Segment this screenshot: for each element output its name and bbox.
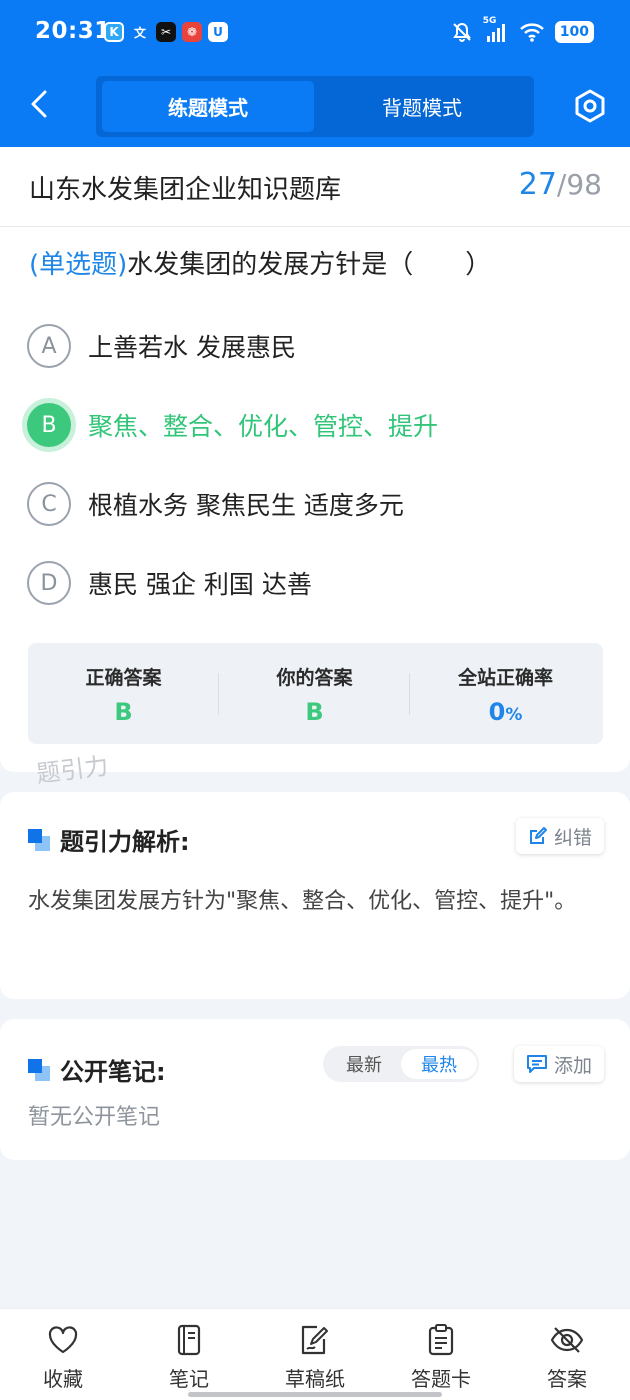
- stat-value: 0%: [410, 698, 601, 726]
- notes-sort-toggle: 最新 最热: [323, 1046, 479, 1082]
- option-a[interactable]: A 上善若水 发展惠民: [27, 324, 296, 368]
- report-error-label: 纠错: [553, 826, 592, 849]
- notes-title: 公开笔记:: [60, 1058, 166, 1086]
- notes-empty-text: 暂无公开笔记: [28, 1105, 161, 1130]
- battery-indicator: 100: [554, 21, 594, 43]
- question-text: 水发集团的发展方针是（ ）: [127, 250, 492, 280]
- signal-icon: 5G: [483, 16, 509, 44]
- bank-title: 山东水发集团企业知识题库: [29, 175, 342, 205]
- top-header: 20:31 K 文 ✂ ❁ U 5G 100 练题模式 背题模式: [0, 0, 630, 147]
- tab-label: 草稿纸: [285, 1367, 345, 1391]
- wifi-icon: [519, 23, 544, 42]
- question-bank-header: 山东水发集团企业知识题库 27/98: [0, 147, 630, 227]
- analysis-header: 题引力解析:: [28, 822, 190, 857]
- question-stem: (单选题)水发集团的发展方针是（ ）: [29, 244, 491, 281]
- public-notes-card: 公开笔记: 最新 最热 添加 暂无公开笔记: [0, 1019, 630, 1160]
- stat-accuracy-rate: 全站正确率 0%: [410, 643, 601, 744]
- question-counter[interactable]: 27/98: [519, 167, 602, 202]
- app-red-icon: ❁: [182, 22, 202, 42]
- option-letter: B: [27, 403, 71, 447]
- bottom-tab-bar: 收藏 笔记 草稿纸 答题卡 答案: [0, 1308, 630, 1400]
- option-text: 聚焦、整合、优化、管控、提升: [88, 412, 439, 441]
- answer-card-icon: [428, 1324, 454, 1356]
- battery-level: 100: [559, 24, 589, 40]
- mute-bell-icon: [452, 22, 471, 42]
- current-index: 27: [518, 167, 557, 202]
- app-k-icon: K: [104, 22, 124, 42]
- app-capcut-icon: ✂: [156, 22, 176, 42]
- home-indicator[interactable]: [188, 1392, 442, 1397]
- edit-icon: [529, 827, 547, 844]
- notification-icons: K 文 ✂ ❁ U: [104, 22, 228, 42]
- tab-practice-mode[interactable]: 练题模式: [102, 81, 314, 132]
- section-squares-icon: [28, 1058, 50, 1081]
- status-right: 5G 100: [451, 16, 594, 44]
- stat-your-answer: 你的答案 B: [219, 643, 410, 744]
- option-letter: D: [27, 561, 71, 605]
- heart-icon: [48, 1326, 78, 1354]
- option-letter: A: [27, 324, 71, 368]
- analysis-card: 题引力解析: 纠错 水发集团发展方针为"聚焦、整合、优化、管控、提升"。: [0, 792, 630, 999]
- sort-hottest[interactable]: 最热: [401, 1049, 477, 1079]
- app-u-icon: U: [208, 22, 228, 42]
- tab-answer[interactable]: 答案: [522, 1323, 612, 1392]
- report-error-button[interactable]: 纠错: [515, 818, 604, 854]
- rate-unit: %: [505, 705, 523, 725]
- counter-separator: /: [556, 168, 567, 201]
- analysis-text: 水发集团发展方针为"聚焦、整合、优化、管控、提升"。: [28, 889, 577, 914]
- tab-label: 答案: [547, 1367, 587, 1391]
- back-arrow-icon[interactable]: [22, 86, 58, 122]
- add-note-button[interactable]: 添加: [513, 1046, 604, 1082]
- stat-value: B: [305, 698, 324, 726]
- add-note-label: 添加: [553, 1054, 592, 1077]
- option-d[interactable]: D 惠民 强企 利国 达善: [27, 561, 312, 605]
- option-text: 根植水务 聚焦民生 适度多元: [88, 491, 404, 520]
- mode-switcher: 练题模式 背题模式: [96, 76, 534, 137]
- total-count: 98: [566, 168, 602, 201]
- tab-draft[interactable]: 草稿纸: [270, 1323, 360, 1392]
- stat-label: 全站正确率: [457, 667, 553, 689]
- eye-off-icon: [550, 1327, 584, 1353]
- question-type: (单选题): [29, 250, 128, 280]
- draft-icon: [301, 1325, 328, 1355]
- stat-correct-answer: 正确答案 B: [28, 643, 219, 744]
- tab-favorite[interactable]: 收藏: [18, 1323, 108, 1392]
- stat-label: 正确答案: [85, 667, 162, 689]
- option-text: 惠民 强企 利国 达善: [88, 570, 312, 599]
- stat-label: 你的答案: [276, 667, 353, 689]
- tab-answer-card[interactable]: 答题卡: [396, 1323, 486, 1392]
- question-card: 山东水发集团企业知识题库 27/98 (单选题)水发集团的发展方针是（ ） A …: [0, 147, 630, 788]
- option-b[interactable]: B 聚焦、整合、优化、管控、提升: [27, 403, 438, 447]
- section-squares-icon: [28, 828, 50, 851]
- tab-label: 答题卡: [411, 1367, 471, 1391]
- option-letter: C: [27, 482, 71, 526]
- option-c[interactable]: C 根植水务 聚焦民生 适度多元: [27, 482, 404, 526]
- watermark: 题引力: [34, 751, 110, 789]
- tab-memorize-mode[interactable]: 背题模式: [316, 81, 528, 132]
- option-text: 上善若水 发展惠民: [88, 333, 296, 362]
- status-bar: 20:31 K 文 ✂ ❁ U 5G 100: [0, 0, 630, 68]
- answer-stats-panel: 正确答案 B 你的答案 B 全站正确率 0%: [28, 643, 603, 744]
- sort-latest[interactable]: 最新: [326, 1049, 402, 1079]
- nav-bar: 练题模式 背题模式: [0, 68, 630, 147]
- comment-icon: [526, 1055, 547, 1073]
- status-time: 20:31: [35, 18, 111, 44]
- tab-notes[interactable]: 笔记: [144, 1323, 234, 1392]
- notebook-icon: [177, 1324, 201, 1356]
- stat-value: B: [114, 698, 133, 726]
- notes-header: 公开笔记:: [28, 1052, 166, 1087]
- analysis-title: 题引力解析:: [60, 828, 190, 856]
- settings-hexagon-icon[interactable]: [572, 88, 608, 124]
- tab-label: 笔记: [169, 1367, 209, 1391]
- rate-number: 0: [488, 698, 506, 726]
- app-translate-icon: 文: [133, 25, 146, 40]
- tab-label: 收藏: [43, 1367, 83, 1391]
